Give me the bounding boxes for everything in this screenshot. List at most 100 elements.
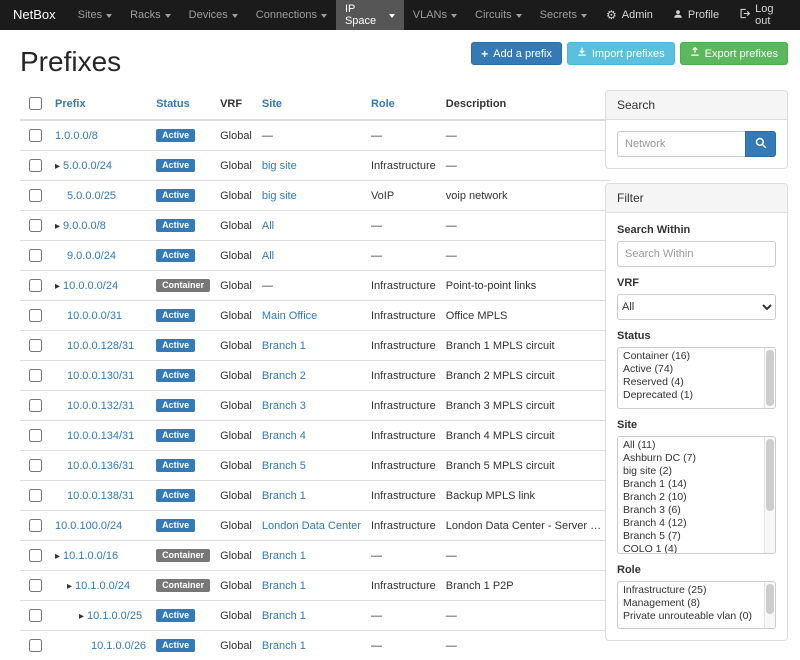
prefix-link[interactable]: 10.1.0.0/16: [63, 550, 118, 562]
column-header-site[interactable]: Site: [257, 90, 366, 120]
site-option[interactable]: big site (2): [618, 465, 762, 478]
role-option[interactable]: Infrastructure (25): [618, 584, 762, 597]
nav-item-racks[interactable]: Racks: [121, 0, 180, 30]
site-option[interactable]: COLO 1 (4): [618, 543, 762, 554]
search-button[interactable]: [745, 131, 776, 157]
row-checkbox[interactable]: [29, 579, 42, 592]
status-option[interactable]: Active (74): [618, 363, 762, 376]
site-link[interactable]: Main Office: [262, 310, 317, 322]
site-link[interactable]: Branch 4: [262, 430, 306, 442]
site-option[interactable]: Branch 5 (7): [618, 530, 762, 543]
row-checkbox[interactable]: [29, 129, 42, 142]
nav-item-devices[interactable]: Devices: [180, 0, 247, 30]
row-checkbox[interactable]: [29, 429, 42, 442]
site-link[interactable]: Branch 1: [262, 550, 306, 562]
site-link[interactable]: big site: [262, 190, 297, 202]
prefix-link[interactable]: 5.0.0.0/25: [67, 190, 116, 202]
select-all-checkbox[interactable]: [29, 97, 42, 110]
role-option[interactable]: Private unrouteable vlan (0): [618, 610, 762, 623]
site-link[interactable]: Branch 1: [262, 340, 306, 352]
site-link[interactable]: Branch 1: [262, 580, 306, 592]
search-within-input[interactable]: [617, 241, 776, 267]
prefix-link[interactable]: 1.0.0.0/8: [55, 130, 98, 142]
prefix-link[interactable]: 10.1.0.0/26: [91, 640, 146, 652]
prefix-link[interactable]: 10.0.0.0/31: [67, 310, 122, 322]
row-checkbox[interactable]: [29, 279, 42, 292]
site-link[interactable]: Branch 1: [262, 490, 306, 502]
role-scrollbar-thumb[interactable]: [766, 584, 774, 614]
site-link[interactable]: All: [262, 220, 274, 232]
site-scrollbar-thumb[interactable]: [766, 439, 774, 511]
role-filter-label: Role: [617, 564, 776, 576]
column-header-status[interactable]: Status: [151, 90, 215, 120]
row-checkbox[interactable]: [29, 159, 42, 172]
status-listbox[interactable]: Container (16)Active (74)Reserved (4)Dep…: [617, 347, 776, 409]
row-checkbox[interactable]: [29, 249, 42, 262]
site-option[interactable]: Ashburn DC (7): [618, 452, 762, 465]
prefix-link[interactable]: 10.0.0.134/31: [67, 430, 134, 442]
site-link[interactable]: big site: [262, 160, 297, 172]
site-link[interactable]: All: [262, 250, 274, 262]
row-checkbox[interactable]: [29, 219, 42, 232]
prefix-link[interactable]: 10.0.100.0/24: [55, 520, 122, 532]
prefix-link[interactable]: 10.0.0.136/31: [67, 460, 134, 472]
row-checkbox[interactable]: [29, 369, 42, 382]
prefix-link[interactable]: 10.1.0.0/25: [87, 610, 142, 622]
row-checkbox[interactable]: [29, 609, 42, 622]
import-prefixes-button[interactable]: Import prefixes: [567, 42, 675, 65]
site-link[interactable]: Branch 3: [262, 400, 306, 412]
site-option[interactable]: Branch 4 (12): [618, 517, 762, 530]
vrf-select[interactable]: All: [617, 294, 776, 320]
site-option[interactable]: Branch 2 (10): [618, 491, 762, 504]
row-checkbox[interactable]: [29, 339, 42, 352]
nav-logout[interactable]: Log out: [729, 0, 800, 30]
export-prefixes-button[interactable]: Export prefixes: [680, 42, 788, 65]
nav-item-sites[interactable]: Sites: [69, 0, 121, 30]
site-option[interactable]: All (11): [618, 439, 762, 452]
status-option[interactable]: Reserved (4): [618, 376, 762, 389]
row-checkbox[interactable]: [29, 459, 42, 472]
search-icon: [755, 137, 767, 152]
prefix-link[interactable]: 10.0.0.130/31: [67, 370, 134, 382]
row-checkbox[interactable]: [29, 309, 42, 322]
prefix-link[interactable]: 10.0.0.128/31: [67, 340, 134, 352]
row-checkbox[interactable]: [29, 519, 42, 532]
nav-item-circuits[interactable]: Circuits: [466, 0, 531, 30]
row-checkbox[interactable]: [29, 399, 42, 412]
search-input[interactable]: [617, 131, 745, 157]
add-prefix-button[interactable]: + Add a prefix: [471, 42, 562, 65]
row-checkbox[interactable]: [29, 189, 42, 202]
row-checkbox[interactable]: [29, 489, 42, 502]
prefix-link[interactable]: 9.0.0.0/24: [67, 250, 116, 262]
status-option[interactable]: Deprecated (1): [618, 389, 762, 402]
nav-item-connections[interactable]: Connections: [247, 0, 336, 30]
nav-item-vlans[interactable]: VLANs: [404, 0, 466, 30]
site-link[interactable]: Branch 1: [262, 610, 306, 622]
column-header-prefix[interactable]: Prefix: [50, 90, 151, 120]
site-listbox[interactable]: All (11)Ashburn DC (7)big site (2)Branch…: [617, 436, 776, 554]
column-header-role[interactable]: Role: [366, 90, 441, 120]
brand[interactable]: NetBox: [0, 0, 69, 30]
prefix-link[interactable]: 5.0.0.0/24: [63, 160, 112, 172]
prefix-link[interactable]: 10.0.0.138/31: [67, 490, 134, 502]
prefix-link[interactable]: 10.0.0.132/31: [67, 400, 134, 412]
role-cell: Infrastructure: [366, 361, 441, 391]
nav-item-ip-space[interactable]: IP Space: [336, 0, 404, 30]
site-link[interactable]: London Data Center: [262, 520, 361, 532]
prefix-link[interactable]: 10.1.0.0/24: [75, 580, 130, 592]
prefix-link[interactable]: 9.0.0.0/8: [63, 220, 106, 232]
site-option[interactable]: Branch 1 (14): [618, 478, 762, 491]
site-link[interactable]: Branch 2: [262, 370, 306, 382]
site-link[interactable]: Branch 1: [262, 640, 306, 652]
site-link[interactable]: Branch 5: [262, 460, 306, 472]
row-checkbox[interactable]: [29, 639, 42, 652]
role-option[interactable]: Management (8): [618, 597, 762, 610]
nav-admin[interactable]: ⚙ Admin: [596, 0, 663, 30]
row-checkbox[interactable]: [29, 549, 42, 562]
role-listbox[interactable]: Infrastructure (25)Management (8)Private…: [617, 581, 776, 629]
status-option[interactable]: Container (16): [618, 350, 762, 363]
prefix-link[interactable]: 10.0.0.0/24: [63, 280, 118, 292]
nav-profile[interactable]: Profile: [663, 0, 729, 30]
status-scrollbar-thumb[interactable]: [766, 350, 774, 406]
nav-item-secrets[interactable]: Secrets: [531, 0, 596, 30]
